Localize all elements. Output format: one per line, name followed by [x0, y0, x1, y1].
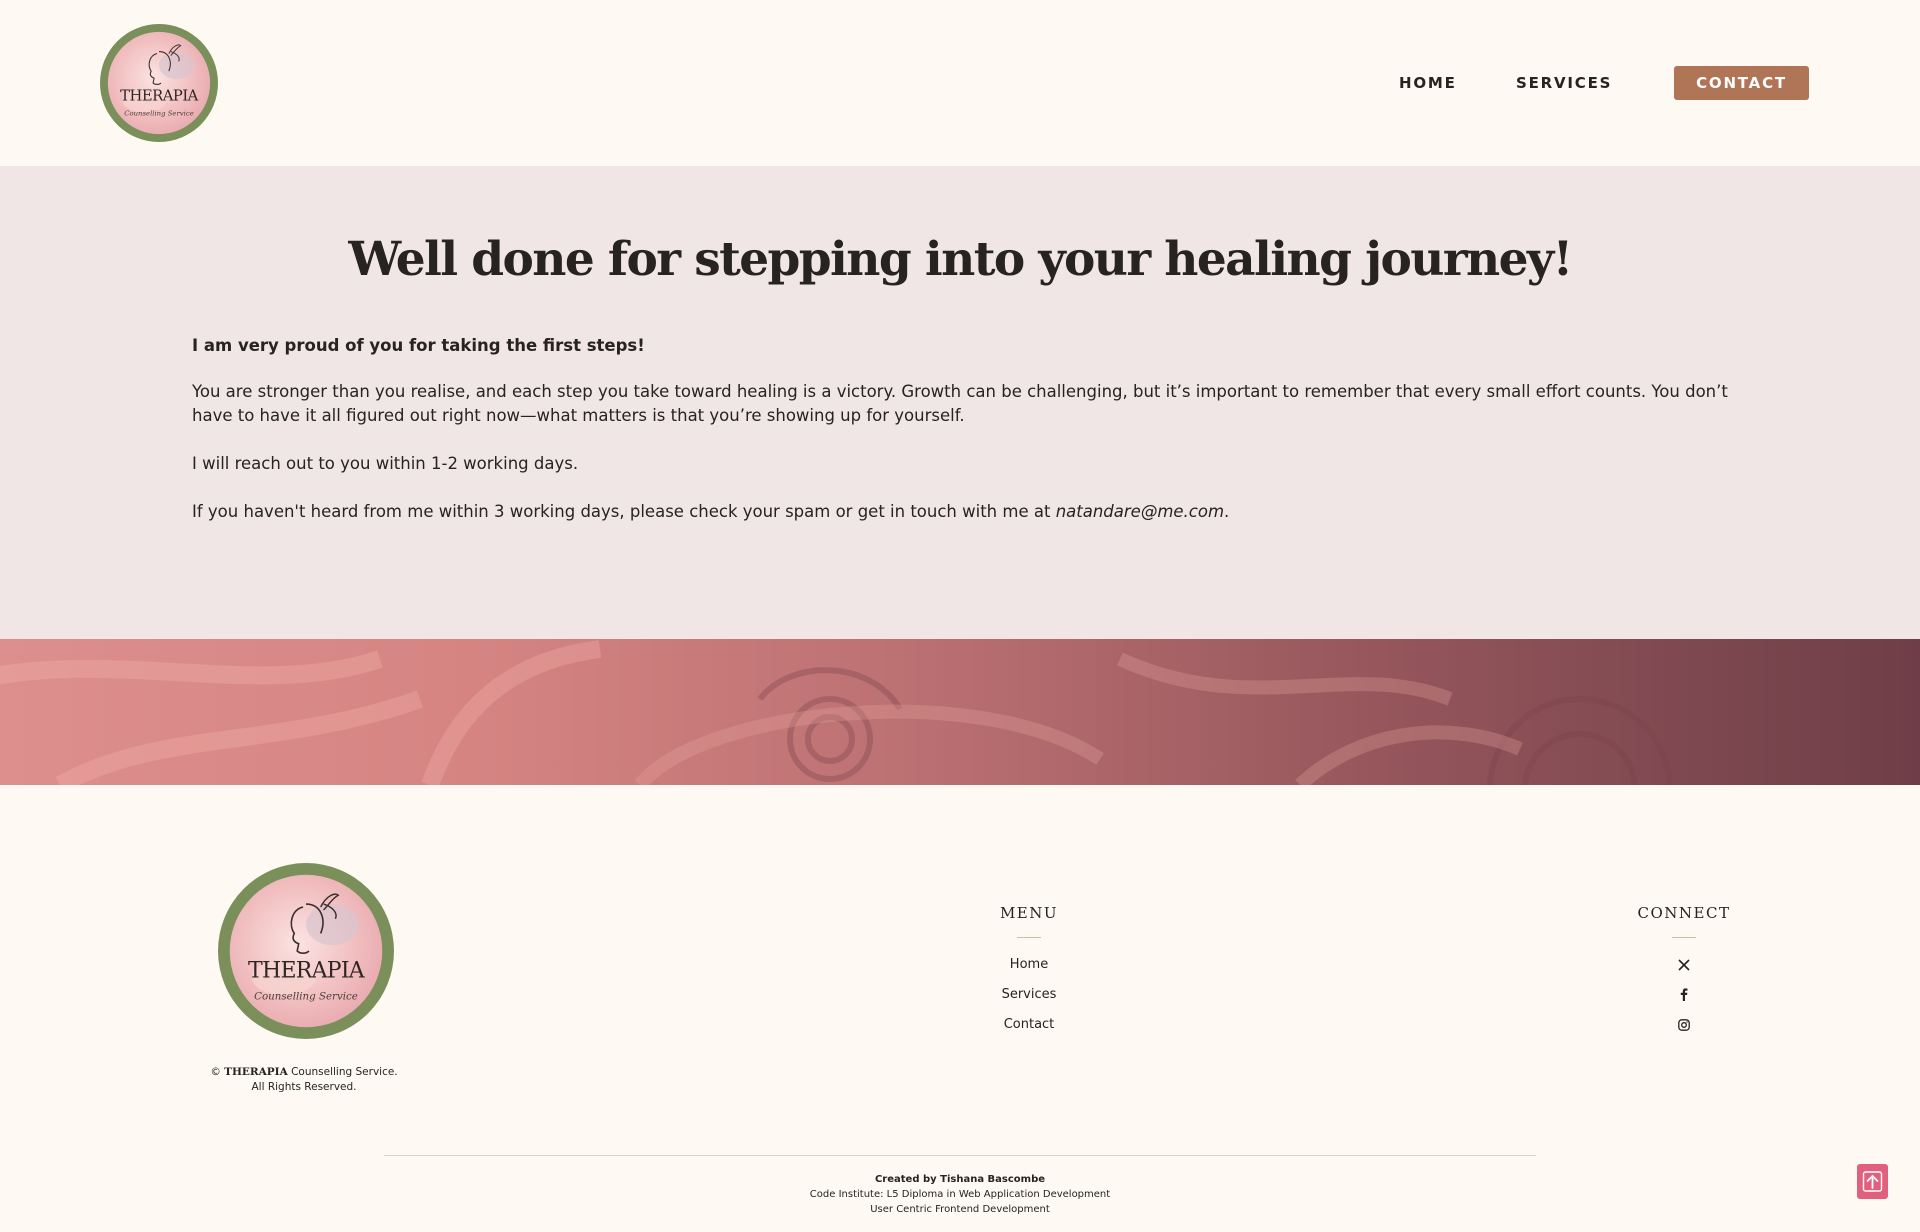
footer-link-contact[interactable]: Contact	[929, 1010, 1129, 1040]
follow-up-paragraph: If you haven't heard from me within 3 wo…	[192, 500, 1732, 524]
nav-services-link[interactable]: SERVICES	[1516, 66, 1612, 100]
encouragement-paragraph: You are stronger than you realise, and e…	[192, 382, 1728, 425]
nav-contact-button[interactable]: CONTACT	[1674, 66, 1809, 100]
arrow-up-icon	[1862, 1171, 1883, 1192]
page-title: Well done for stepping into your healing…	[348, 232, 1573, 287]
x-icon[interactable]	[1584, 950, 1784, 980]
credit-author: Created by Tishana Bascombe	[874, 1174, 1046, 1185]
copyright-brand: THERAPIA	[224, 1066, 288, 1078]
therapia-logo	[100, 24, 218, 142]
nav-home-link[interactable]: HOME	[1399, 66, 1457, 100]
footer-menu-title: MENU	[999, 904, 1059, 922]
lead-text: I am very proud of you for taking the fi…	[192, 336, 645, 355]
back-to-top-button[interactable]	[1857, 1164, 1888, 1199]
copyright-line-1: Counselling Service.	[291, 1066, 398, 1078]
therapia-logo-footer	[218, 863, 394, 1039]
logo-link[interactable]	[100, 24, 218, 142]
copyright-line-2: All Rights Reserved.	[251, 1081, 357, 1093]
follow-up-suffix: .	[1224, 502, 1230, 521]
footer-menu: MENU Home Services Contact	[929, 903, 1129, 1040]
divider	[1672, 937, 1696, 938]
credit-course: Code Institute: L5 Diploma in Web Applic…	[809, 1189, 1111, 1200]
copyright-icon: ©	[210, 1066, 221, 1078]
instagram-icon[interactable]	[1584, 1010, 1784, 1040]
footer-logo-link[interactable]	[218, 863, 394, 1039]
thank-you-section: Well done for stepping into your healing…	[0, 166, 1920, 639]
footer-connect: CONNECT	[1584, 903, 1784, 1040]
footer-connect-title: CONNECT	[1637, 904, 1731, 922]
contact-email: natandare@me.com	[1055, 502, 1225, 521]
footer-link-home[interactable]: Home	[929, 950, 1129, 980]
site-footer: © THERAPIA Counselling Service. All Righ…	[0, 785, 1920, 1232]
site-header: HOME SERVICES CONTACT	[0, 0, 1920, 166]
rose-petals-graphic	[0, 640, 1673, 785]
response-time-paragraph: I will reach out to you within 1-2 worki…	[192, 454, 579, 473]
facebook-icon[interactable]	[1584, 980, 1784, 1010]
copyright-notice: © THERAPIA Counselling Service. All Righ…	[204, 1065, 404, 1095]
credit-module: User Centric Frontend Development	[870, 1204, 1050, 1215]
footer-divider	[384, 1155, 1536, 1156]
rose-banner-image	[0, 639, 1920, 785]
follow-up-text: If you haven't heard from me within 3 wo…	[192, 502, 1056, 521]
divider	[1017, 937, 1041, 938]
footer-link-services[interactable]: Services	[929, 980, 1129, 1010]
credits: Created by Tishana Bascombe Code Institu…	[560, 1172, 1360, 1217]
